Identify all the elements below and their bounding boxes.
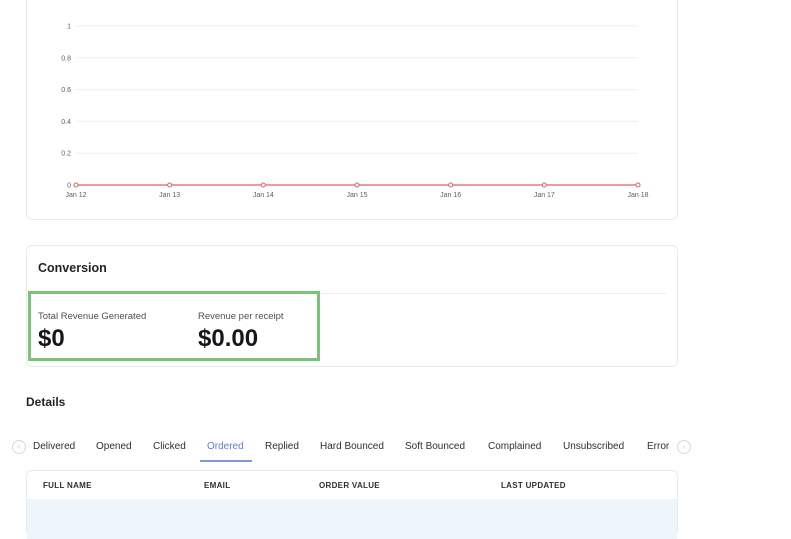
y-tick-label: 1 [67,24,71,31]
y-tick-label: 0 [67,183,71,190]
column-header-full-name[interactable]: FULL NAME [43,481,92,490]
column-header-order-value[interactable]: ORDER VALUE [319,481,380,490]
data-point [73,182,79,188]
chevron-left-icon[interactable]: ‹ [12,440,26,454]
tab-soft-bounced[interactable]: Soft Bounced [405,441,465,452]
chevron-right-icon[interactable]: › [677,440,691,454]
data-point [260,182,266,188]
tab-hard-bounced[interactable]: Hard Bounced [320,441,384,452]
data-point [448,182,454,188]
x-tick-label: Jan 18 [627,192,648,199]
metric-value: $0 [38,325,65,352]
data-point [635,182,641,188]
active-tab-indicator [200,460,252,462]
x-tick-label: Jan 16 [440,192,461,199]
tab-replied[interactable]: Replied [265,441,299,452]
x-tick-label: Jan 14 [253,192,274,199]
x-tick-label: Jan 12 [65,192,86,199]
tab-clicked[interactable]: Clicked [153,441,186,452]
data-point [167,182,173,188]
x-tick-label: Jan 17 [534,192,555,199]
conversion-title: Conversion [38,261,107,275]
data-point [541,182,547,188]
y-tick-label: 0.8 [61,55,71,62]
details-tabs: ‹ Delivered Opened Clicked Ordered Repli… [8,436,698,462]
data-point [354,182,360,188]
tab-complained[interactable]: Complained [488,441,541,452]
details-title: Details [26,395,66,409]
revenue-per-receipt-metric: Revenue per receipt $0.00 [198,311,284,353]
y-tick-label: 0.6 [61,87,71,94]
line-chart: 0 0.2 0.4 0.6 0.8 1 Jan 12 Jan 13 Jan 14 Jan 15 Ja… [61,24,648,200]
column-header-email[interactable]: EMAIL [204,481,230,490]
column-header-last-updated[interactable]: LAST UPDATED [501,481,566,490]
tab-ordered[interactable]: Ordered [207,441,244,452]
total-revenue-metric: Total Revenue Generated $0 [38,311,146,353]
y-tick-label: 0.4 [61,119,71,126]
metric-label: Total Revenue Generated [38,311,147,322]
x-tick-label: Jan 15 [346,192,367,199]
x-tick-label: Jan 13 [159,192,180,199]
details-table: FULL NAME EMAIL ORDER VALUE LAST UPDATED [26,470,678,539]
chart-card: 0 0.2 0.4 0.6 0.8 1 Jan 12 Jan 13 Jan 14 Jan 15 Ja… [26,0,678,220]
metric-value: $0.00 [198,325,259,352]
tab-delivered[interactable]: Delivered [33,441,75,452]
tab-unsubscribed[interactable]: Unsubscribed [563,441,624,452]
y-tick-label: 0.2 [61,151,71,158]
metric-label: Revenue per receipt [198,311,284,322]
table-row[interactable] [27,499,677,539]
tab-error[interactable]: Error [647,441,669,452]
tab-opened[interactable]: Opened [96,441,132,452]
